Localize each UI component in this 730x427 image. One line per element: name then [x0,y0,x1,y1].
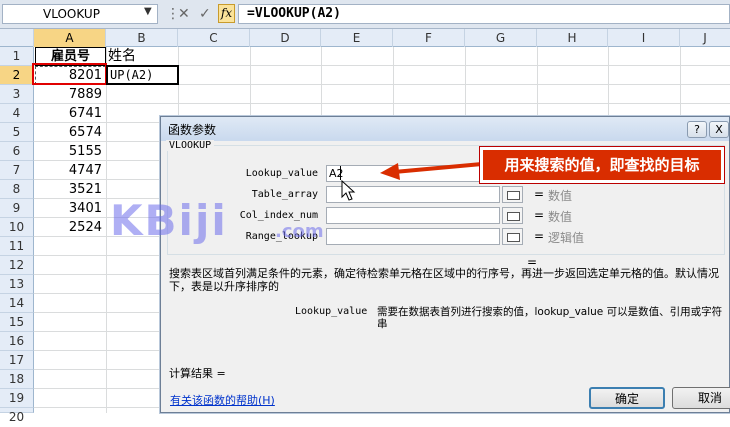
annotation-arrow [380,162,483,180]
select-all-corner[interactable] [0,29,34,47]
cell-a5[interactable]: 6574 [35,123,106,142]
row-header[interactable]: 9 [0,199,34,218]
grid-line [34,103,730,104]
formula-input[interactable]: =VLOOKUP(A2) [238,4,730,24]
arg-result-eq: = [534,208,545,222]
close-button[interactable]: X [709,121,729,138]
column-header-bar: A B C D E F G H I J [0,29,730,47]
dialog-titlebar[interactable]: 函数参数 ? X [161,117,729,141]
row-header[interactable]: 10 [0,218,34,237]
range-lookup-input[interactable] [326,228,500,245]
arg-result-eq: = [534,229,545,243]
row-header[interactable]: 11 [0,237,34,256]
annotation-callout: 用来搜索的值，即查找的目标 [479,146,725,184]
arrow-head [380,163,400,180]
column-header-b[interactable]: B [106,29,178,47]
row-header[interactable]: 15 [0,313,34,332]
arrow-shaft [393,162,483,174]
cell-a4[interactable]: 6741 [35,104,106,123]
function-name-label: VLOOKUP [166,140,215,151]
dialog-title: 函数参数 [168,123,217,137]
cell-a9[interactable]: 3401 [35,199,106,218]
text-cursor [340,166,341,180]
formula-bar: VLOOKUP ▼ ⋮ ✕ ✓ fx =VLOOKUP(A2) [0,0,730,29]
row-header[interactable]: 14 [0,294,34,313]
function-help-link[interactable]: 有关该函数的帮助(H) [170,392,275,408]
row-header[interactable]: 5 [0,123,34,142]
row-header[interactable]: 7 [0,161,34,180]
column-header-i[interactable]: I [608,29,680,47]
cell-a7[interactable]: 4747 [35,161,106,180]
row-header[interactable]: 12 [0,256,34,275]
watermark-suffix: .com [275,221,324,242]
arg-desc-text: 需要在数据表首列进行搜索的值，lookup_value 可以是数值、引用或字符串 [377,306,723,330]
row-header[interactable]: 2 [0,66,34,85]
insert-function-button[interactable]: fx [218,4,235,23]
arg-type-hint: 数值 [548,189,573,203]
row-header[interactable]: 18 [0,370,34,389]
arg-result-eq: = [534,187,545,201]
column-header-e[interactable]: E [321,29,393,47]
cancel-button[interactable]: 取消 [672,387,730,409]
watermark-logo: KBiji [110,196,228,245]
collapse-dialog-button[interactable] [502,186,523,203]
column-header-d[interactable]: D [250,29,321,47]
confirm-icon[interactable]: ✓ [199,6,211,22]
row-header[interactable]: 13 [0,275,34,294]
result-label: 计算结果 = [169,367,226,380]
column-header-h[interactable]: H [537,29,608,47]
cell-a6[interactable]: 5155 [35,142,106,161]
arg-label-lookup-value: Lookup_value [245,168,318,179]
cell-b1[interactable]: 姓名 [108,47,136,66]
row-header[interactable]: 3 [0,85,34,104]
row-header[interactable]: 17 [0,351,34,370]
function-description: 搜索表区域首列满足条件的元素，确定待检索单元格在区域中的行序号，再进一步返回选定… [169,267,719,293]
chevron-down-icon[interactable]: ▼ [144,6,152,17]
grid-line [106,47,107,413]
row-header[interactable]: 4 [0,104,34,123]
cell-a8[interactable]: 3521 [35,180,106,199]
collapse-dialog-button[interactable] [502,228,523,245]
row-header[interactable]: 19 [0,389,34,408]
column-header-c[interactable]: C [178,29,250,47]
arg-desc-name: Lookup_value [295,306,368,317]
collapse-dialog-button[interactable] [502,207,523,224]
row-header[interactable]: 8 [0,180,34,199]
ok-button[interactable]: 确定 [589,387,665,409]
row-header[interactable]: 20 [0,408,34,424]
row-header[interactable]: 16 [0,332,34,351]
column-header-f[interactable]: F [393,29,465,47]
highlight-box [32,63,107,85]
help-button[interactable]: ? [687,121,707,138]
row-header[interactable]: 1 [0,47,34,66]
row-header[interactable]: 6 [0,142,34,161]
cell-b2-editing[interactable]: UP(A2) [106,65,179,85]
cancel-icon[interactable]: ✕ [178,6,190,22]
mouse-cursor-icon [341,180,356,201]
cell-a3[interactable]: 7889 [35,85,106,104]
cell-a10[interactable]: 2524 [35,218,106,237]
col-index-num-input[interactable] [326,207,500,224]
name-box[interactable]: VLOOKUP [2,4,158,24]
column-header-j[interactable]: J [680,29,730,47]
column-header-g[interactable]: G [465,29,537,47]
column-header-a[interactable]: A [34,29,106,47]
arg-type-hint: 数值 [548,210,573,224]
arg-type-hint: 逻辑值 [548,231,585,245]
